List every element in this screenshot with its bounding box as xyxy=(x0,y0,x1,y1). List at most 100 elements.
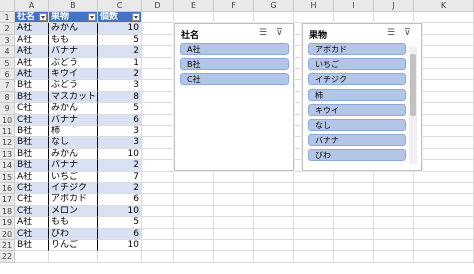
row-header[interactable]: 9 xyxy=(0,103,15,115)
grid-cell[interactable] xyxy=(142,194,174,206)
grid-cell[interactable] xyxy=(334,183,374,195)
table-cell[interactable]: C社 xyxy=(15,205,49,218)
table-cell[interactable]: ぶどう xyxy=(49,57,98,69)
grid-cell[interactable] xyxy=(414,57,474,69)
grid-cell[interactable] xyxy=(142,91,174,104)
slicer-item[interactable]: イチジク xyxy=(308,73,406,86)
grid-cell[interactable] xyxy=(414,148,474,161)
table-header-cell[interactable]: 社名 xyxy=(15,12,49,24)
table-cell[interactable]: 6 xyxy=(98,114,142,126)
grid-cell[interactable] xyxy=(214,205,254,218)
grid-cell[interactable] xyxy=(174,228,214,240)
grid-cell[interactable] xyxy=(142,251,174,263)
table-cell[interactable]: りんご xyxy=(49,240,98,252)
table-cell[interactable]: 1 xyxy=(98,57,142,69)
grid-cell[interactable] xyxy=(334,205,374,218)
table-cell[interactable]: 8 xyxy=(98,91,142,104)
grid-cell[interactable] xyxy=(254,205,294,218)
table-cell[interactable]: 2 xyxy=(98,69,142,81)
column-header[interactable]: C xyxy=(98,0,142,12)
column-header[interactable]: B xyxy=(49,0,98,12)
table-cell[interactable]: メロン xyxy=(49,205,98,218)
slicer-item[interactable]: キウイ xyxy=(308,103,406,116)
grid-cell[interactable] xyxy=(49,251,98,263)
filter-dropdown-icon[interactable] xyxy=(39,13,47,21)
grid-cell[interactable] xyxy=(414,251,474,263)
grid-cell[interactable] xyxy=(174,171,214,183)
grid-cell[interactable] xyxy=(374,217,414,229)
grid-cell[interactable] xyxy=(142,126,174,138)
table-cell[interactable]: 7 xyxy=(98,171,142,183)
table-cell[interactable]: B社 xyxy=(15,80,49,92)
row-header[interactable]: 8 xyxy=(0,91,15,104)
table-cell[interactable]: もも xyxy=(49,34,98,47)
grid-cell[interactable] xyxy=(414,103,474,115)
column-header[interactable]: A xyxy=(15,0,49,12)
column-header[interactable]: D xyxy=(142,0,174,12)
row-header[interactable]: 18 xyxy=(0,205,15,218)
table-cell[interactable]: A社 xyxy=(15,34,49,47)
grid-cell[interactable] xyxy=(294,205,334,218)
slicer-scrollbar[interactable] xyxy=(409,46,417,164)
grid-cell[interactable] xyxy=(334,228,374,240)
column-header[interactable]: E xyxy=(174,0,214,12)
column-header[interactable]: F xyxy=(214,0,254,12)
row-header[interactable]: 14 xyxy=(0,160,15,172)
grid-cell[interactable] xyxy=(294,217,334,229)
grid-cell[interactable] xyxy=(98,251,142,263)
grid-cell[interactable] xyxy=(334,240,374,252)
table-cell[interactable]: 2 xyxy=(98,46,142,58)
grid-cell[interactable] xyxy=(174,217,214,229)
grid-cell[interactable] xyxy=(374,12,414,24)
grid-cell[interactable] xyxy=(294,183,334,195)
grid-cell[interactable] xyxy=(414,160,474,172)
grid-cell[interactable] xyxy=(214,12,254,24)
table-cell[interactable]: B社 xyxy=(15,240,49,252)
table-cell[interactable]: 2 xyxy=(98,160,142,172)
grid-cell[interactable] xyxy=(254,194,294,206)
table-cell[interactable]: A社 xyxy=(15,171,49,183)
grid-cell[interactable] xyxy=(142,137,174,149)
table-cell[interactable]: マスカット xyxy=(49,91,98,104)
table-cell[interactable]: A社 xyxy=(15,57,49,69)
filter-dropdown-icon[interactable] xyxy=(132,13,140,21)
grid-cell[interactable] xyxy=(334,171,374,183)
row-header[interactable]: 11 xyxy=(0,126,15,138)
grid-cell[interactable] xyxy=(294,194,334,206)
grid-cell[interactable] xyxy=(414,205,474,218)
table-cell[interactable]: C社 xyxy=(15,228,49,240)
column-header[interactable]: H xyxy=(294,0,334,12)
grid-cell[interactable] xyxy=(214,183,254,195)
grid-cell[interactable] xyxy=(174,194,214,206)
grid-cell[interactable] xyxy=(142,160,174,172)
grid-cell[interactable] xyxy=(414,194,474,206)
grid-cell[interactable] xyxy=(374,251,414,263)
table-cell[interactable]: C社 xyxy=(15,183,49,195)
table-cell[interactable]: バナナ xyxy=(49,160,98,172)
grid-cell[interactable] xyxy=(414,80,474,92)
filter-dropdown-icon[interactable] xyxy=(88,13,96,21)
grid-cell[interactable] xyxy=(142,228,174,240)
column-header[interactable]: I xyxy=(334,0,374,12)
grid-cell[interactable] xyxy=(294,171,334,183)
grid-cell[interactable] xyxy=(294,240,334,252)
row-header[interactable]: 3 xyxy=(0,34,15,47)
grid-cell[interactable] xyxy=(142,217,174,229)
grid-cell[interactable] xyxy=(414,114,474,126)
slicer-item[interactable]: なし xyxy=(308,119,406,131)
table-cell[interactable]: C社 xyxy=(15,103,49,115)
column-header[interactable]: K xyxy=(414,0,474,12)
grid-cell[interactable] xyxy=(414,12,474,24)
table-cell[interactable]: 10 xyxy=(98,148,142,161)
table-cell[interactable]: いちご xyxy=(49,171,98,183)
table-cell[interactable]: 10 xyxy=(98,205,142,218)
grid-cell[interactable] xyxy=(414,126,474,138)
grid-cell[interactable] xyxy=(142,205,174,218)
grid-cell[interactable] xyxy=(174,240,214,252)
grid-cell[interactable] xyxy=(142,46,174,58)
table-header-cell[interactable]: 果物 xyxy=(49,12,98,24)
grid-cell[interactable] xyxy=(414,34,474,47)
row-header[interactable]: 16 xyxy=(0,183,15,195)
grid-cell[interactable] xyxy=(294,251,334,263)
table-cell[interactable]: キウイ xyxy=(49,69,98,81)
